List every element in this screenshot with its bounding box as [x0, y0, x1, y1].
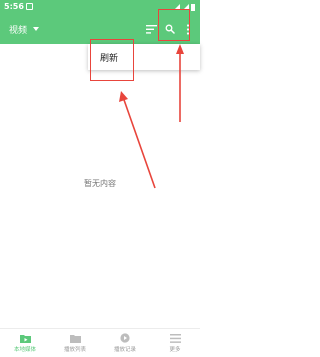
empty-state-text: 暂无内容 — [84, 179, 116, 188]
dropdown-label: 视频 — [9, 25, 28, 36]
sort-button[interactable] — [143, 21, 159, 37]
chevron-down-icon — [33, 27, 40, 31]
status-time: 5:56 — [4, 2, 24, 11]
annotation-box-more — [158, 9, 190, 41]
annotation-box-refresh — [90, 39, 134, 81]
media-type-dropdown[interactable]: 视频 — [9, 21, 40, 37]
sort-icon — [145, 24, 157, 34]
history-icon — [120, 333, 130, 343]
folder-icon — [69, 334, 81, 343]
tab-label-local-media: 本地媒体 — [13, 347, 36, 353]
local-media-icon — [19, 334, 31, 343]
tab-more[interactable]: 更多 — [150, 329, 200, 357]
tab-playlist[interactable]: 播放列表 — [50, 329, 100, 357]
tab-label-more: 更多 — [169, 347, 181, 353]
tab-label-history: 播放记录 — [113, 347, 136, 353]
bottom-navigation: 本地媒体 播放列表 播放记录 更多 — [0, 328, 200, 357]
tab-history[interactable]: 播放记录 — [100, 329, 150, 357]
notification-icon — [26, 3, 33, 10]
tab-label-playlist: 播放列表 — [63, 347, 86, 353]
menu-icon — [169, 333, 181, 343]
tab-local-media[interactable]: 本地媒体 — [0, 329, 50, 357]
